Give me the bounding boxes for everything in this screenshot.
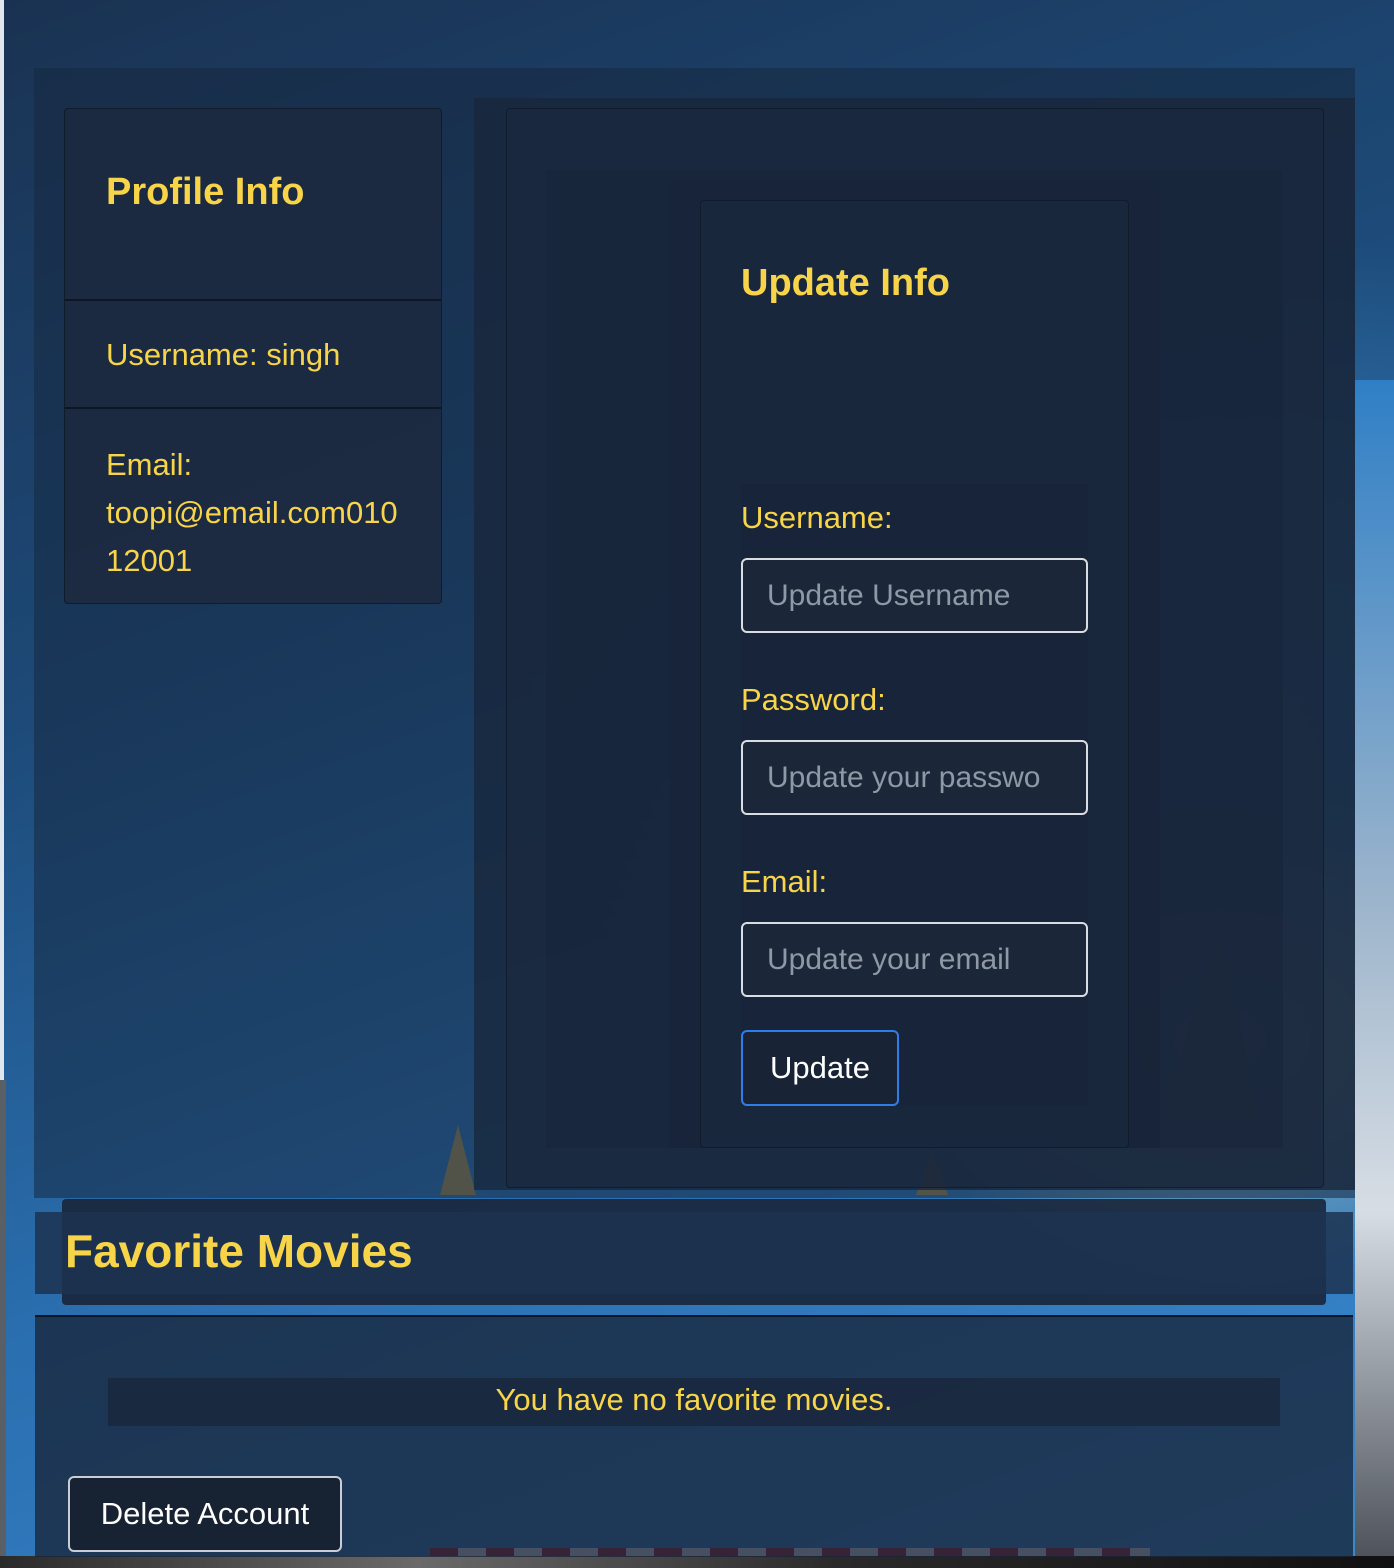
profile-email-value: toopi@email.com01012001 (106, 495, 398, 578)
update-info-title: Update Info (741, 262, 950, 304)
profile-card-header: Profile Info (65, 109, 441, 301)
username-input[interactable] (741, 558, 1088, 633)
profile-email-block: Email: toopi@email.com01012001 (106, 441, 406, 585)
profile-email-row: Email: toopi@email.com01012001 (65, 411, 441, 603)
backdrop-edge-lower (0, 1080, 6, 1568)
profile-username-text: Username: singh (106, 337, 341, 372)
delete-account-button[interactable]: Delete Account (68, 1476, 342, 1552)
favorites-title: Favorite Movies (65, 1225, 413, 1277)
profile-email-label: Email: (106, 447, 193, 482)
password-field-label: Password: (741, 682, 886, 717)
email-field-label: Email: (741, 864, 828, 899)
username-field-label: Username: (741, 500, 893, 535)
update-button[interactable]: Update (741, 1030, 899, 1106)
profile-username-row: Username: singh (65, 303, 441, 409)
email-input[interactable] (741, 922, 1088, 997)
backdrop-right-image (1355, 380, 1394, 1568)
favorites-empty-message: You have no favorite movies. (495, 1382, 893, 1417)
backdrop-bottom-strip (0, 1556, 1394, 1568)
password-input[interactable] (741, 740, 1088, 815)
profile-info-card: Profile Info Username: singh Email: toop… (64, 108, 442, 604)
profile-info-title: Profile Info (106, 171, 305, 213)
